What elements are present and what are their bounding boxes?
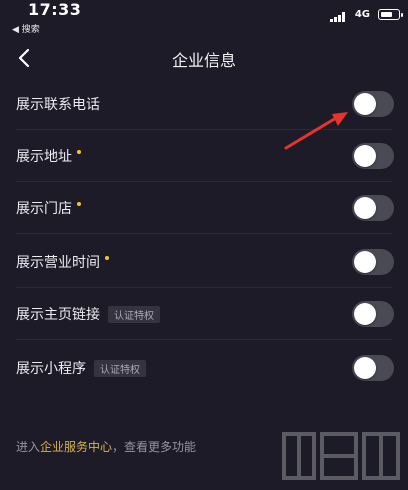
toggle-switch-address[interactable] <box>352 143 394 169</box>
setting-row-store: 展示门店 <box>0 182 408 234</box>
setting-label: 展示联系电话 <box>16 97 100 113</box>
setting-row-homepage: 展示主页链接 认证特权 <box>0 288 408 340</box>
footer-suffix: ，查看更多功能 <box>112 440 197 454</box>
status-time: 17:33 <box>28 0 82 19</box>
toggle-knob <box>354 197 376 219</box>
setting-label: 展示营业时间 <box>16 255 100 271</box>
status-bar: 17:33 ◀ 搜索 4G <box>0 0 408 36</box>
verified-privilege-badge: 认证特权 <box>108 305 160 323</box>
setting-label: 展示地址 <box>16 149 72 165</box>
enterprise-service-center-link[interactable]: 企业服务中心 <box>40 440 112 454</box>
battery-icon <box>378 9 403 20</box>
setting-row-hours: 展示营业时间 <box>0 236 408 288</box>
setting-row-miniprogram: 展示小程序 认证特权 <box>0 342 408 394</box>
page-title: 企业信息 <box>171 51 236 70</box>
toggle-knob <box>354 251 376 273</box>
toggle-knob <box>354 303 376 325</box>
watermark-logo <box>282 432 400 480</box>
toggle-switch-miniprogram[interactable] <box>352 355 394 381</box>
verified-privilege-badge: 认证特权 <box>94 359 146 377</box>
setting-label: 展示门店 <box>16 201 72 217</box>
toggle-switch-homepage[interactable] <box>352 301 394 327</box>
toggle-switch-hours[interactable] <box>352 249 394 275</box>
toggle-knob <box>354 357 376 379</box>
annotation-arrow-icon <box>284 112 348 150</box>
nav-bar: 企业信息 <box>0 36 408 80</box>
divider <box>16 233 392 234</box>
toggle-switch-phone[interactable] <box>352 91 394 117</box>
toggle-switch-store[interactable] <box>352 195 394 221</box>
required-dot <box>77 202 81 206</box>
battery-level <box>380 11 392 17</box>
back-to-app-link[interactable]: ◀ 搜索 <box>12 22 40 35</box>
setting-label: 展示小程序 <box>16 361 86 377</box>
toggle-knob <box>354 93 376 115</box>
toggle-knob <box>354 145 376 167</box>
setting-label: 展示主页链接 <box>16 307 100 323</box>
network-type: 4G <box>354 9 370 20</box>
divider <box>16 339 392 340</box>
required-dot <box>77 150 81 154</box>
footer-prefix: 进入 <box>16 440 41 454</box>
footer-hint: 进入企业服务中心，查看更多功能 <box>16 438 196 455</box>
signal-icon <box>330 12 348 22</box>
required-dot <box>105 256 109 260</box>
